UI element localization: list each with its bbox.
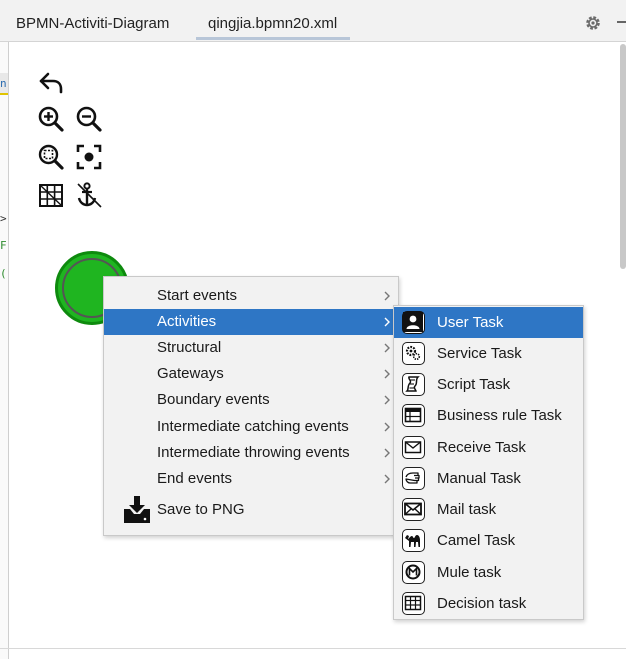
- chevron-right-icon: [384, 291, 390, 301]
- submenu-item-business-rule-task[interactable]: Business rule Task: [394, 400, 583, 431]
- edge-fragment: n: [0, 77, 7, 90]
- submenu-item-service-task[interactable]: Service Task: [394, 338, 583, 369]
- service-task-icon: [402, 342, 425, 365]
- chevron-right-icon: [384, 395, 390, 405]
- grid-icon[interactable]: [36, 180, 66, 210]
- chevron-right-icon: [384, 422, 390, 432]
- submenu-item-decision-task[interactable]: Decision task: [394, 588, 583, 619]
- menu-item-start-events[interactable]: Start events: [104, 283, 398, 309]
- zoom-in-icon[interactable]: [36, 104, 66, 134]
- menu-item-boundary-events[interactable]: Boundary events: [104, 387, 398, 413]
- save-download-icon: [124, 496, 150, 523]
- submenu-item-mule-task[interactable]: Mule task: [394, 557, 583, 588]
- chevron-right-icon: [384, 343, 390, 353]
- chevron-right-icon: [384, 474, 390, 484]
- submenu-item-receive-task[interactable]: Receive Task: [394, 432, 583, 463]
- camel-task-icon: [402, 529, 425, 552]
- canvas-bottom-border: [0, 648, 626, 649]
- manual-task-icon: [402, 467, 425, 490]
- undo-icon[interactable]: [36, 67, 66, 97]
- anchor-icon[interactable]: [74, 180, 104, 210]
- menu-item-intermediate-throwing-events[interactable]: Intermediate throwing events: [104, 440, 398, 466]
- editor-tab-bar: BPMN-Activiti-Diagram qingjia.bpmn20.xml: [0, 0, 626, 42]
- decision-task-icon: [402, 592, 425, 615]
- menu-item-save-to-png[interactable]: Save to PNG: [104, 493, 398, 527]
- menu-item-gateways[interactable]: Gateways: [104, 361, 398, 387]
- zoom-out-icon[interactable]: [74, 104, 104, 134]
- gear-icon[interactable]: [584, 14, 602, 32]
- receive-task-icon: [402, 436, 425, 459]
- submenu-item-manual-task[interactable]: Manual Task: [394, 463, 583, 494]
- center-focus-icon[interactable]: [74, 142, 104, 172]
- business-rule-task-icon: [402, 404, 425, 427]
- chevron-right-icon: [384, 317, 390, 327]
- submenu-item-user-task[interactable]: User Task: [394, 307, 583, 338]
- submenu-item-camel-task[interactable]: Camel Task: [394, 525, 583, 556]
- minimize-icon[interactable]: [617, 21, 626, 23]
- chevron-right-icon: [384, 448, 390, 458]
- vertical-scrollbar[interactable]: [620, 44, 626, 269]
- user-task-icon: [402, 311, 425, 334]
- menu-item-intermediate-catching-events[interactable]: Intermediate catching events: [104, 414, 398, 440]
- edge-fragment: >: [0, 212, 7, 225]
- mule-task-icon: [402, 561, 425, 584]
- chevron-right-icon: [384, 369, 390, 379]
- menu-item-activities[interactable]: Activities: [104, 309, 398, 335]
- edge-fragment: F: [0, 239, 7, 252]
- edge-fragment: (: [0, 267, 7, 280]
- submenu-item-script-task[interactable]: Script Task: [394, 369, 583, 400]
- menu-item-end-events[interactable]: End events: [104, 466, 398, 492]
- activities-submenu: User Task Service Task Script Task Busin…: [393, 305, 584, 620]
- menu-item-structural[interactable]: Structural: [104, 335, 398, 361]
- context-menu: Start events Activities Structural Gatew…: [103, 276, 399, 536]
- zoom-fit-icon[interactable]: [36, 142, 66, 172]
- left-panel-edge: n > F (: [0, 42, 9, 659]
- tab-bpmn-activiti-diagram[interactable]: BPMN-Activiti-Diagram: [16, 0, 169, 41]
- tab-qingjia-bpmn20-xml[interactable]: qingjia.bpmn20.xml: [196, 0, 351, 41]
- submenu-item-mail-task[interactable]: Mail task: [394, 494, 583, 525]
- script-task-icon: [402, 373, 425, 396]
- mail-task-icon: [402, 498, 425, 521]
